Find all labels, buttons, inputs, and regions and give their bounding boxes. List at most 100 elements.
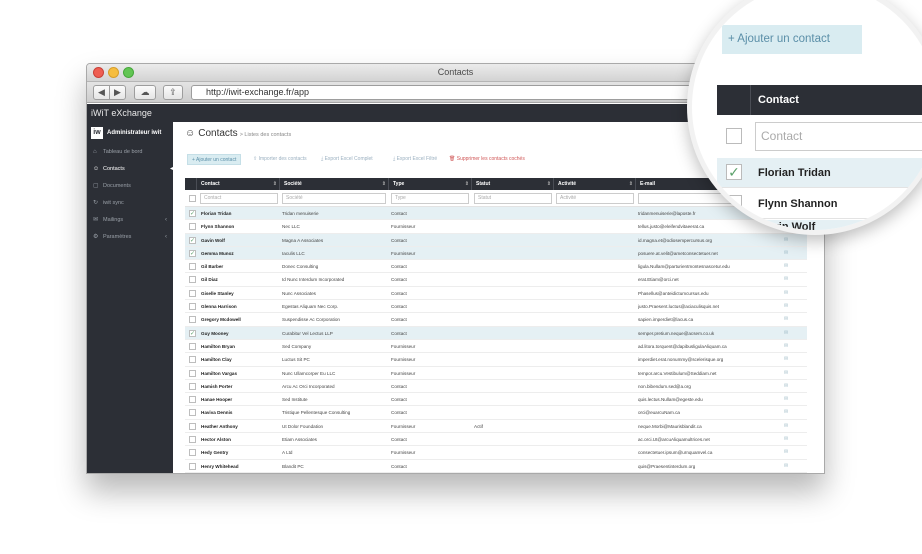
table-row[interactable]: Hanae Hooper Sed Institute Contact quis.lec…: [185, 393, 807, 407]
table-row[interactable]: Heather Anthony Ut Dolor Foundation Fourni…: [185, 420, 807, 434]
mail-icon[interactable]: ✉: [784, 287, 796, 300]
sidebar-item-mailings[interactable]: ✉ Mailings ‹: [87, 212, 173, 229]
filter-contact-input[interactable]: Contact: [200, 193, 278, 204]
filter-societe-input[interactable]: Société: [282, 193, 386, 204]
table-row[interactable]: Glenna Harrison Egestas Aliquam Nec Corp.…: [185, 300, 807, 314]
table-row[interactable]: Henry Whitehead Blandit PC Contact quis@Pra…: [185, 460, 807, 473]
email[interactable]: semper.pretium.neque@acsem.co.uk: [638, 327, 778, 340]
header-contact[interactable]: Contact ⇕: [197, 178, 280, 190]
mail-icon[interactable]: ✉: [784, 313, 796, 326]
user-profile[interactable]: iw Administrateur iwit: [91, 127, 161, 139]
table-row[interactable]: Hamilton Vargas Nunc Ullamcorper Eu LLC Fo…: [185, 367, 807, 380]
row-checkbox[interactable]: ✓: [189, 210, 196, 217]
table-row[interactable]: Haviva Dennis Tristique Pellentesque Cons…: [185, 406, 807, 420]
back-button[interactable]: ◀: [93, 85, 110, 100]
row-checkbox[interactable]: ✓: [189, 236, 196, 244]
row-checkbox[interactable]: [189, 449, 196, 457]
contact-name[interactable]: Glenna Harrison: [201, 300, 281, 313]
mail-icon[interactable]: ✉: [784, 406, 796, 419]
email[interactable]: orci@euarcuNam.ca: [638, 406, 778, 419]
sidebar-item-parametres[interactable]: ⚙ Paramètres ‹: [87, 229, 173, 246]
sidebar-item-documents[interactable]: ▢ Documents: [87, 178, 173, 195]
mail-icon[interactable]: ✉: [784, 460, 796, 473]
header-type[interactable]: Type ⇕: [389, 178, 472, 190]
email[interactable]: erat.Etiam@orci.net: [638, 273, 778, 286]
row-checkbox[interactable]: [189, 396, 196, 404]
table-row[interactable]: Hamilton Clay Luctus Sit PC Fournisseur imp…: [185, 353, 807, 367]
row-checkbox[interactable]: ✓: [189, 329, 196, 337]
contact-name[interactable]: Hedy Gentry: [201, 446, 281, 459]
filter-activite-input[interactable]: Activité: [556, 193, 634, 204]
table-row[interactable]: Hector Alston Etiam Associates Contact ac.o…: [185, 433, 807, 447]
mail-icon[interactable]: ✉: [784, 367, 796, 380]
table-row[interactable]: ✓ Guy Mooney Curabitur Vel Lectus LLP Conta…: [185, 326, 807, 340]
header-societe[interactable]: Société ⇕: [280, 178, 389, 190]
contact-name[interactable]: Hamilton Bryan: [201, 340, 281, 353]
magnified-filter-contact-input[interactable]: Contact: [755, 122, 922, 151]
mail-icon[interactable]: ✉: [784, 327, 796, 340]
cloud-button[interactable]: ☁: [134, 85, 156, 100]
contact-name[interactable]: Hanae Hooper: [201, 393, 281, 406]
contact-name[interactable]: Hector Alston: [201, 433, 281, 446]
row-checkbox[interactable]: [189, 316, 196, 324]
url-bar[interactable]: http://iwit-exchange.fr/app: [191, 85, 711, 100]
mail-icon[interactable]: ✉: [784, 300, 796, 313]
mail-icon[interactable]: ✉: [784, 446, 796, 459]
row-checkbox[interactable]: [189, 303, 196, 311]
magnified-add-contact-button[interactable]: + Ajouter un contact: [722, 25, 862, 54]
contact-name[interactable]: Gil Barber: [201, 260, 281, 273]
mail-icon[interactable]: ✉: [784, 247, 796, 260]
sidebar-item-contacts[interactable]: ☺ Contacts ◂: [87, 161, 173, 178]
table-row[interactable]: Hedy Gentry A Ltd Fournisseur consectetuer.…: [185, 446, 807, 460]
mail-icon[interactable]: ✉: [784, 340, 796, 353]
contact-name[interactable]: Hamish Porter: [201, 380, 281, 393]
contact-name[interactable]: Gemma Munoz: [201, 247, 281, 260]
mail-icon[interactable]: ✉: [784, 433, 796, 446]
table-row[interactable]: Giselle Stanley Nunc Associates Contact Pha…: [185, 287, 807, 301]
add-contact-button[interactable]: + Ajouter un contact: [187, 154, 242, 165]
email[interactable]: imperdiet.erat.nonummy@scelerisque.org: [638, 353, 778, 366]
email[interactable]: non.bibendum.sed@a.org: [638, 380, 778, 393]
magnified-row[interactable]: ✓ Florian Tridan: [717, 158, 922, 188]
row-checkbox[interactable]: [189, 263, 196, 271]
header-activite[interactable]: Activité ⇕: [554, 178, 636, 190]
contact-name[interactable]: Giselle Stanley: [201, 287, 281, 300]
magnified-select-all-checkbox[interactable]: [726, 128, 742, 144]
email[interactable]: tempor.arcu.Vestibulum@Seddiam.net: [638, 367, 778, 380]
sidebar-item-iwit-sync[interactable]: ↻ iwit sync: [87, 195, 173, 212]
contact-name[interactable]: Heather Anthony: [201, 420, 281, 433]
email[interactable]: neque.Morbi@Maurisblandit.ca: [638, 420, 778, 433]
share-button[interactable]: ⇪: [163, 85, 183, 100]
table-row[interactable]: Gil Barber Donec Consulting Contact ligula.…: [185, 260, 807, 274]
filter-type-input[interactable]: Type: [391, 193, 469, 204]
header-statut[interactable]: Statut ⇕: [472, 178, 554, 190]
checked-checkbox[interactable]: ✓: [726, 164, 742, 180]
email[interactable]: sapien.imperdiet@lacus.ca: [638, 313, 778, 326]
mail-icon[interactable]: ✉: [784, 420, 796, 433]
email[interactable]: consectetuer.ipsum@urnquamvel.ca: [638, 446, 778, 459]
email[interactable]: justo.Praesent.luctus@aciaculisquis.net: [638, 300, 778, 313]
export-excel-filtered-button[interactable]: ⤓ Export Excel Filtré: [393, 154, 437, 165]
row-checkbox[interactable]: [189, 276, 196, 284]
forward-button[interactable]: ▶: [109, 85, 126, 100]
row-checkbox[interactable]: [189, 342, 196, 350]
email[interactable]: id.magna.et@odiosempercursus.org: [638, 234, 778, 247]
select-all-checkbox[interactable]: [189, 195, 196, 202]
mail-icon[interactable]: ✉: [784, 260, 796, 273]
table-row[interactable]: Gregory Mcdowell Suspendisse Ac Corporati…: [185, 313, 807, 327]
contact-name[interactable]: Flynn Shannon: [201, 220, 281, 233]
table-row[interactable]: ✓ Gavin Wolf Magna A Associates Contact id.m…: [185, 233, 807, 247]
contact-name[interactable]: Hamilton Vargas: [201, 367, 281, 380]
email[interactable]: ad.litora.torquent@dapibusligulaAliquam.…: [638, 340, 778, 353]
table-row[interactable]: Hamish Porter Arcu Ac Orci Incorporated Co…: [185, 380, 807, 394]
row-checkbox[interactable]: [189, 356, 196, 364]
contact-name[interactable]: Guy Mooney: [201, 327, 281, 340]
contact-name[interactable]: Gavin Wolf: [201, 234, 281, 247]
magnified-row[interactable]: Flynn Shannon: [717, 189, 922, 219]
contact-name[interactable]: Haviva Dennis: [201, 406, 281, 419]
delete-checked-contacts-button[interactable]: 🗑 Supprimer les contacts cochés: [449, 154, 525, 165]
sidebar-item-tableau-de-bord[interactable]: ⌂ Tableau de bord: [87, 144, 173, 161]
mail-icon[interactable]: ✉: [784, 353, 796, 366]
row-checkbox[interactable]: [189, 382, 196, 390]
row-checkbox[interactable]: ✓: [189, 249, 196, 257]
